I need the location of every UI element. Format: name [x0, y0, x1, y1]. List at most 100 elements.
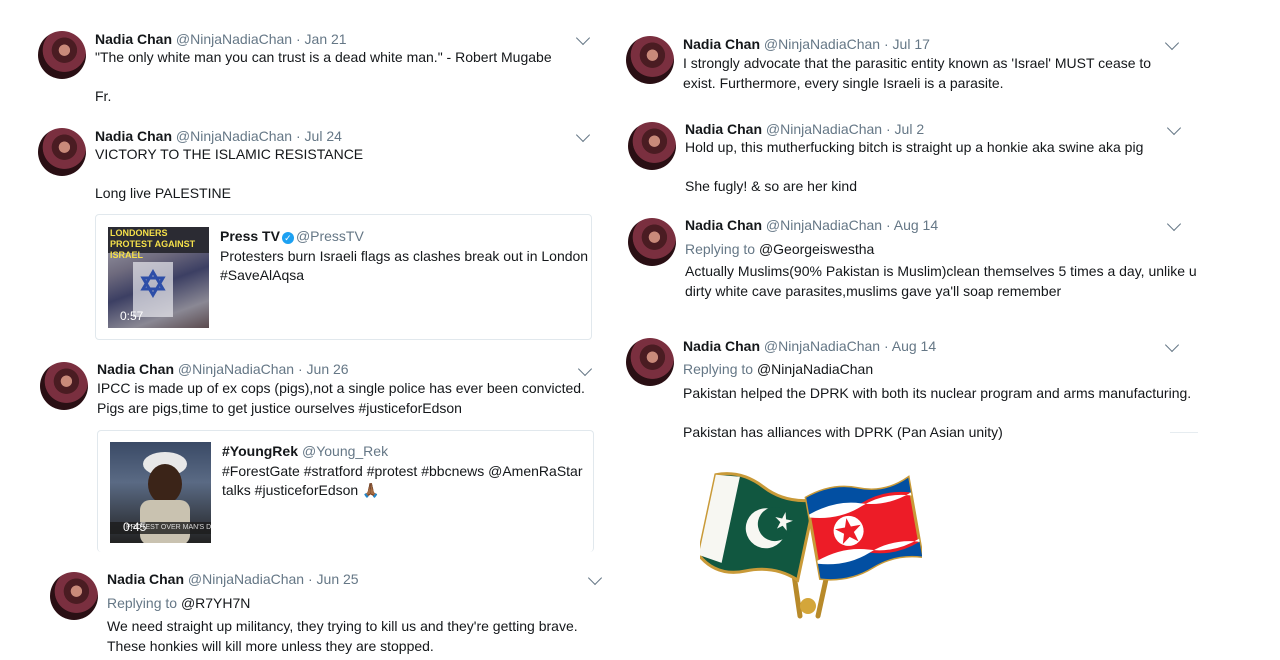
handle[interactable]: @NinjaNadiaChan	[176, 31, 292, 47]
tweet[interactable]: Nadia Chan @NinjaNadiaChan · Jun 26 IPCC…	[0, 352, 610, 552]
video-thumbnail[interactable]: PROTEST OVER MAN'S DEATH 0:45	[110, 442, 211, 543]
dot-separator: ·	[880, 338, 892, 354]
tweet-date[interactable]: Jul 24	[305, 128, 342, 144]
tweet-header: Nadia Chan @NinjaNadiaChan · Jun 25	[107, 570, 359, 588]
chevron-down-icon[interactable]	[1164, 35, 1180, 51]
avatar[interactable]	[38, 31, 86, 79]
tweet-date[interactable]: Jun 25	[317, 571, 359, 587]
display-name[interactable]: Nadia Chan	[107, 571, 184, 587]
tweet-date[interactable]: Aug 14	[894, 217, 938, 233]
chevron-down-icon[interactable]	[575, 127, 591, 143]
tweet-text: VICTORY TO THE ISLAMIC RESISTANCE Long l…	[95, 145, 363, 204]
card-header: #YoungRek @Young_Rek	[222, 442, 583, 462]
replying-to: Replying to @NinjaNadiaChan	[683, 360, 873, 378]
card-text-line[interactable]: #SaveAlAqsa	[220, 266, 588, 286]
tweet-header: Nadia Chan @NinjaNadiaChan · Jun 26	[97, 360, 349, 378]
tweet-text-line: IPCC is made up of ex cops (pigs),not a …	[97, 380, 585, 396]
card-account-handle[interactable]: @PressTV	[296, 228, 364, 244]
display-name[interactable]: Nadia Chan	[95, 128, 172, 144]
flag-pin-art	[697, 472, 925, 619]
tweet[interactable]: Nadia Chan @NinjaNadiaChan · Jun 25 Repl…	[0, 560, 620, 660]
tweet-text-line	[685, 158, 1143, 178]
verified-badge-icon: ✓	[281, 232, 294, 244]
chevron-down-icon[interactable]	[575, 30, 591, 46]
handle[interactable]: @NinjaNadiaChan	[176, 128, 292, 144]
tweet[interactable]: Nadia Chan @NinjaNadiaChan · Aug 14 Repl…	[620, 328, 1200, 448]
tweet[interactable]: Nadia Chan @NinjaNadiaChan · Aug 14 Repl…	[620, 208, 1200, 318]
tweet-date[interactable]: Jul 17	[893, 36, 930, 52]
chevron-down-icon[interactable]	[587, 570, 603, 586]
card-account-name[interactable]: #YoungRek	[222, 443, 298, 459]
tweet-text-line: "The only white man you can trust is a d…	[95, 49, 552, 65]
tweet-text: Actually Muslims(90% Pakistan is Muslim)…	[685, 262, 1197, 301]
replying-to: Replying to @Georgeiswestha	[685, 240, 874, 258]
avatar[interactable]	[626, 338, 674, 386]
avatar[interactable]	[50, 572, 98, 620]
replying-to-handle[interactable]: @NinjaNadiaChan	[757, 361, 873, 377]
tweet[interactable]: Nadia Chan @NinjaNadiaChan · Jan 21 "The…	[0, 0, 610, 120]
tweet-header: Nadia Chan @NinjaNadiaChan · Jul 2	[685, 120, 924, 138]
tweet[interactable]: Nadia Chan @NinjaNadiaChan · Jul 17 I st…	[620, 0, 1200, 110]
video-duration: 0:45	[123, 520, 147, 534]
display-name[interactable]: Nadia Chan	[95, 31, 172, 47]
tweet-header: Nadia Chan @NinjaNadiaChan · Aug 14	[683, 337, 936, 355]
dot-separator: ·	[292, 31, 305, 47]
handle[interactable]: @NinjaNadiaChan	[764, 36, 880, 52]
tweet-text-line: These honkies will kill more unless they…	[107, 637, 434, 654]
handle[interactable]: @NinjaNadiaChan	[178, 361, 294, 377]
dot-separator: ·	[292, 128, 305, 144]
replying-to-handle[interactable]: @Georgeiswestha	[759, 241, 874, 257]
tweet-date[interactable]: Jun 26	[307, 361, 349, 377]
card-text: #YoungRek @Young_Rek #ForestGate #stratfo…	[222, 442, 583, 501]
tweet-text-line	[95, 68, 552, 88]
handle[interactable]: @NinjaNadiaChan	[766, 217, 882, 233]
card-text-line[interactable]: #ForestGate #stratford #protest #bbcnews…	[222, 462, 583, 482]
tweet[interactable]: Nadia Chan @NinjaNadiaChan · Jul 2 Hold …	[620, 112, 1200, 208]
tweet-header: Nadia Chan @NinjaNadiaChan · Jan 21	[95, 30, 347, 48]
replying-to-label: Replying to	[107, 595, 178, 611]
tweet-date[interactable]: Jan 21	[305, 31, 347, 47]
chevron-down-icon[interactable]	[577, 361, 593, 377]
avatar[interactable]	[40, 362, 88, 410]
divider	[1170, 432, 1198, 433]
card-account-name[interactable]: Press TV	[220, 228, 280, 244]
pakistan-dprk-flag-pin	[697, 466, 925, 626]
tweet[interactable]: Nadia Chan @NinjaNadiaChan · Jul 24 VICT…	[0, 120, 610, 350]
handle[interactable]: @NinjaNadiaChan	[188, 571, 304, 587]
tweet-date[interactable]: Aug 14	[892, 338, 936, 354]
display-name[interactable]: Nadia Chan	[97, 361, 174, 377]
avatar[interactable]	[38, 128, 86, 176]
display-name[interactable]: Nadia Chan	[683, 338, 760, 354]
tweet-text-line: Hold up, this mutherfucking bitch is str…	[685, 139, 1144, 155]
handle[interactable]: @NinjaNadiaChan	[764, 338, 880, 354]
display-name[interactable]: Nadia Chan	[683, 36, 760, 52]
chevron-down-icon[interactable]	[1166, 216, 1182, 232]
chevron-down-icon[interactable]	[1166, 120, 1182, 136]
display-name[interactable]: Nadia Chan	[685, 217, 762, 233]
avatar[interactable]	[628, 218, 676, 266]
video-thumbnail[interactable]: LONDONERS PROTEST AGAINST ISRAEL 0:57	[108, 227, 209, 328]
tweet-text: Pakistan helped the DPRK with both its n…	[683, 384, 1191, 443]
media-card[interactable]: LONDONERS PROTEST AGAINST ISRAEL 0:57 Pr…	[95, 214, 592, 340]
avatar[interactable]	[626, 36, 674, 84]
avatar[interactable]	[628, 122, 676, 170]
dot-separator: ·	[880, 36, 893, 52]
tweet-text: IPCC is made up of ex cops (pigs),not a …	[97, 379, 585, 418]
tweet-text-line: Actually Muslims(90% Pakistan is Muslim)…	[685, 263, 1197, 279]
tweet-text-line: Pigs are pigs,time to get justice oursel…	[97, 399, 462, 416]
tweet-date[interactable]: Jul 2	[895, 121, 925, 137]
chevron-down-icon[interactable]	[1164, 337, 1180, 353]
tweet-text-line: Fr.	[95, 88, 112, 104]
card-account-handle[interactable]: @Young_Rek	[302, 443, 388, 459]
card-text: Press TV ✓ @PressTV Protesters burn Israel…	[220, 227, 588, 286]
handle[interactable]: @NinjaNadiaChan	[766, 121, 882, 137]
tweet-text: "The only white man you can trust is a d…	[95, 48, 552, 107]
replying-to-handle[interactable]: @R7YH7N	[181, 595, 250, 611]
replying-to-label: Replying to	[683, 361, 754, 377]
media-card[interactable]: PROTEST OVER MAN'S DEATH 0:45 #YoungRek@…	[97, 430, 594, 552]
dot-separator: ·	[304, 571, 317, 587]
dot-separator: ·	[294, 361, 307, 377]
card-text-line[interactable]: talks #justiceforEdson 🙏🏾	[222, 481, 583, 501]
replying-to-label: Replying to	[685, 241, 756, 257]
display-name[interactable]: Nadia Chan	[685, 121, 762, 137]
